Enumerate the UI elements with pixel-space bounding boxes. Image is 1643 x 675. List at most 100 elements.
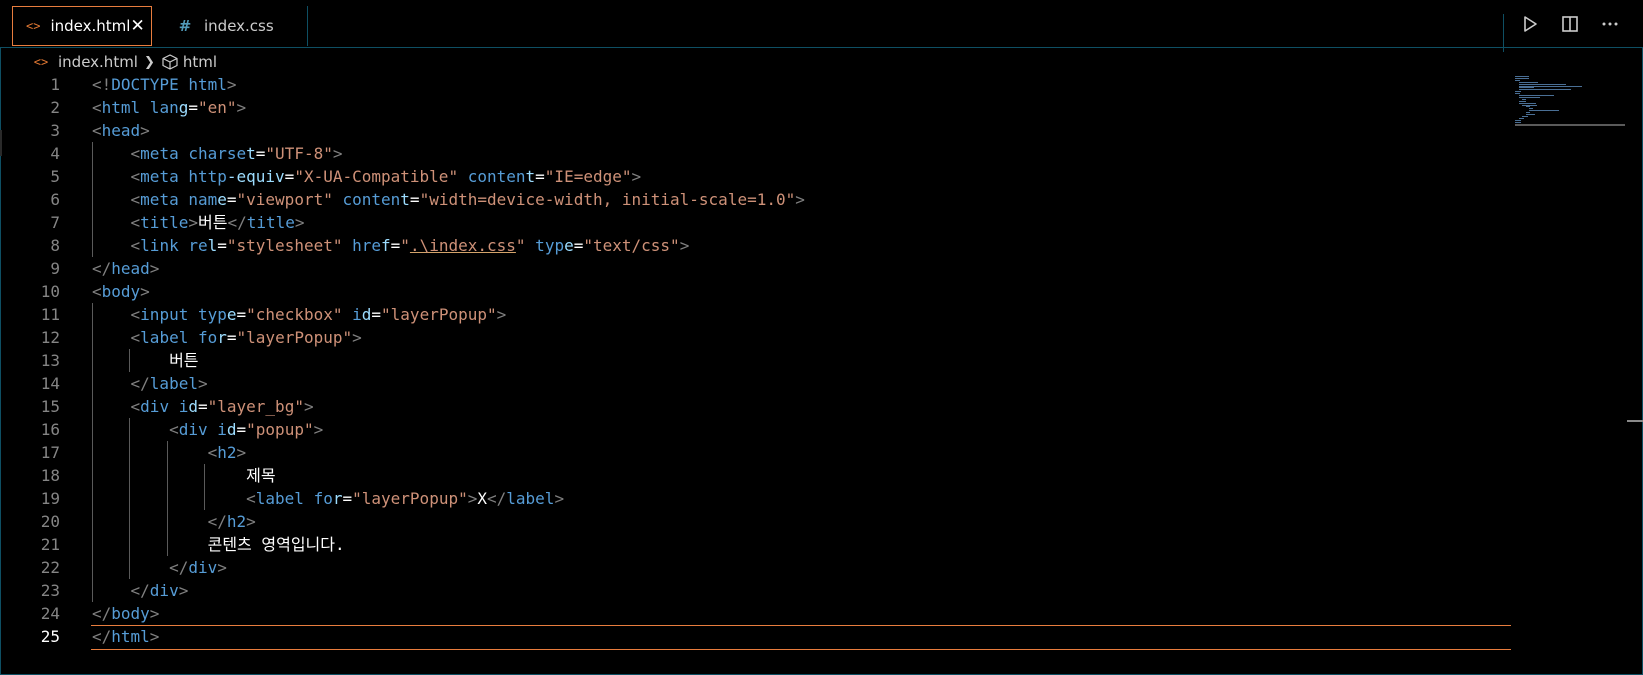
code-line[interactable]: 12 <label for="layerPopup"> bbox=[0, 326, 1510, 350]
indent-guide bbox=[92, 395, 93, 418]
breadcrumb-element[interactable]: html bbox=[161, 53, 217, 71]
minimap-line bbox=[1518, 102, 1536, 104]
minimap-line bbox=[1525, 106, 1530, 108]
indent-guide bbox=[92, 441, 93, 464]
line-number: 16 bbox=[40, 420, 60, 439]
chevron-right-icon: ❯ bbox=[143, 54, 155, 70]
code-line[interactable]: 10 <body> bbox=[0, 280, 1510, 304]
indent-guide bbox=[92, 487, 93, 510]
minimap-line bbox=[1518, 81, 1539, 83]
code-line[interactable]: 1 <!DOCTYPE html> bbox=[0, 73, 1510, 97]
minimap-line bbox=[1518, 100, 1526, 102]
indent-guide bbox=[92, 533, 93, 556]
line-number: 9 bbox=[50, 259, 60, 278]
line-number: 3 bbox=[50, 121, 60, 140]
code-text: </h2> bbox=[207, 512, 256, 531]
line-number: 17 bbox=[40, 443, 60, 462]
code-text: <title>버튼</title> bbox=[130, 213, 305, 232]
minimap-line bbox=[1515, 76, 1529, 77]
code-text: <!DOCTYPE html> bbox=[92, 75, 237, 94]
indent-guide bbox=[129, 464, 131, 487]
line-number: 25 bbox=[40, 627, 60, 646]
code-line[interactable]: 3 <head> bbox=[0, 119, 1510, 143]
minimap-line bbox=[1518, 83, 1567, 85]
minimap-line bbox=[1515, 121, 1522, 123]
code-line[interactable]: 15 <div id="layer_bg"> bbox=[0, 395, 1510, 419]
line-number: 4 bbox=[50, 144, 60, 163]
code-text: <input type="checkbox" id="layerPopup"> bbox=[130, 305, 507, 324]
tab-index-css[interactable]: # index.css bbox=[160, 6, 308, 46]
css-file-icon: # bbox=[178, 17, 192, 35]
code-line[interactable]: 8 <link rel="stylesheet" href=".\index.c… bbox=[0, 234, 1510, 258]
minimap[interactable] bbox=[1515, 76, 1625, 126]
minimap-line bbox=[1518, 95, 1554, 96]
indent-guide bbox=[92, 464, 93, 487]
indent-guide bbox=[92, 418, 93, 441]
line-number: 11 bbox=[40, 305, 60, 324]
cube-icon bbox=[161, 53, 179, 71]
tab-label: index.css bbox=[204, 17, 274, 35]
tab-label: index.html bbox=[50, 17, 131, 35]
code-line[interactable]: 17 <h2> bbox=[0, 441, 1510, 465]
breadcrumb-element-label: html bbox=[182, 53, 218, 71]
code-text: <label for="layerPopup">X</label> bbox=[246, 489, 565, 508]
indent-guide bbox=[92, 234, 93, 257]
code-line[interactable]: 4 <meta charset="UTF-8"> bbox=[0, 142, 1510, 166]
code-line[interactable]: 9 </head> bbox=[0, 257, 1510, 281]
code-editor[interactable]: 1 <!DOCTYPE html> 2 <html lang="en"> 3 <head>… bbox=[0, 73, 1643, 675]
indent-guide bbox=[92, 510, 93, 533]
code-text: </head> bbox=[92, 259, 160, 278]
indent-guide bbox=[166, 510, 168, 533]
indent-guide bbox=[92, 349, 93, 372]
code-line[interactable]: 16 <div id="popup"> bbox=[0, 418, 1510, 442]
code-text: <div id="popup"> bbox=[169, 420, 324, 439]
code-line[interactable]: 6 <meta name="viewport" content="width=d… bbox=[0, 188, 1510, 212]
line-number: 6 bbox=[50, 190, 60, 209]
code-line[interactable]: 25 </html> bbox=[0, 625, 1511, 650]
code-line[interactable]: 20 </h2> bbox=[0, 510, 1510, 534]
breadcrumb-file[interactable]: <> index.html bbox=[32, 53, 138, 71]
code-line[interactable]: 11 <input type="checkbox" id="layerPopup… bbox=[0, 303, 1510, 327]
minimap-line bbox=[1518, 96, 1541, 98]
tab-index-html[interactable]: <> index.html ✕ bbox=[12, 6, 152, 46]
code-text: <meta http-equiv="X-UA-Compatible" conte… bbox=[130, 167, 642, 186]
indent-guide bbox=[129, 487, 131, 510]
more-actions-icon[interactable] bbox=[1595, 10, 1625, 38]
code-line[interactable]: 14 </label> bbox=[0, 372, 1510, 396]
code-text: </div> bbox=[169, 558, 227, 577]
minimap-line bbox=[1529, 110, 1560, 112]
close-icon[interactable]: ✕ bbox=[130, 16, 144, 36]
minimap-line bbox=[1515, 119, 1522, 121]
minimap-line bbox=[1518, 85, 1582, 87]
code-line[interactable]: 2 <html lang="en"> bbox=[0, 96, 1510, 120]
line-number: 7 bbox=[50, 213, 60, 232]
code-line[interactable]: 13 버튼 bbox=[0, 349, 1510, 373]
indent-guide bbox=[92, 579, 93, 602]
minimap-line bbox=[1515, 93, 1521, 95]
code-line[interactable]: 21 콘텐츠 영역입니다. bbox=[0, 533, 1510, 557]
code-line[interactable]: 24 </body> bbox=[0, 602, 1510, 626]
line-number: 1 bbox=[50, 75, 60, 94]
code-line[interactable]: 22 </div> bbox=[0, 556, 1510, 580]
code-text: 제목 bbox=[92, 466, 276, 485]
code-line[interactable]: 23 </div> bbox=[0, 579, 1510, 603]
code-line[interactable]: 7 <title>버튼</title> bbox=[0, 211, 1510, 235]
code-line[interactable]: 19 <label for="layerPopup">X</label> bbox=[0, 487, 1510, 511]
code-line[interactable]: 5 <meta http-equiv="X-UA-Compatible" con… bbox=[0, 165, 1510, 189]
indent-guide bbox=[129, 533, 131, 556]
split-editor-icon[interactable] bbox=[1555, 10, 1585, 38]
line-number: 8 bbox=[50, 236, 60, 255]
indent-guide bbox=[92, 142, 93, 165]
indent-guide bbox=[166, 533, 168, 556]
code-text: <label for="layerPopup"> bbox=[130, 328, 362, 347]
minimap-slider[interactable] bbox=[1515, 124, 1625, 126]
run-icon[interactable] bbox=[1515, 10, 1545, 38]
code-line[interactable]: 18 제목 bbox=[0, 464, 1510, 488]
line-number: 5 bbox=[50, 167, 60, 186]
code-text: <link rel="stylesheet" href=".\index.css… bbox=[130, 236, 690, 255]
line-number: 10 bbox=[40, 282, 60, 301]
indent-guide bbox=[129, 349, 131, 372]
scrollbar-marker[interactable] bbox=[1627, 420, 1643, 422]
indent-guide bbox=[92, 372, 93, 395]
code-text: </html> bbox=[92, 627, 160, 646]
